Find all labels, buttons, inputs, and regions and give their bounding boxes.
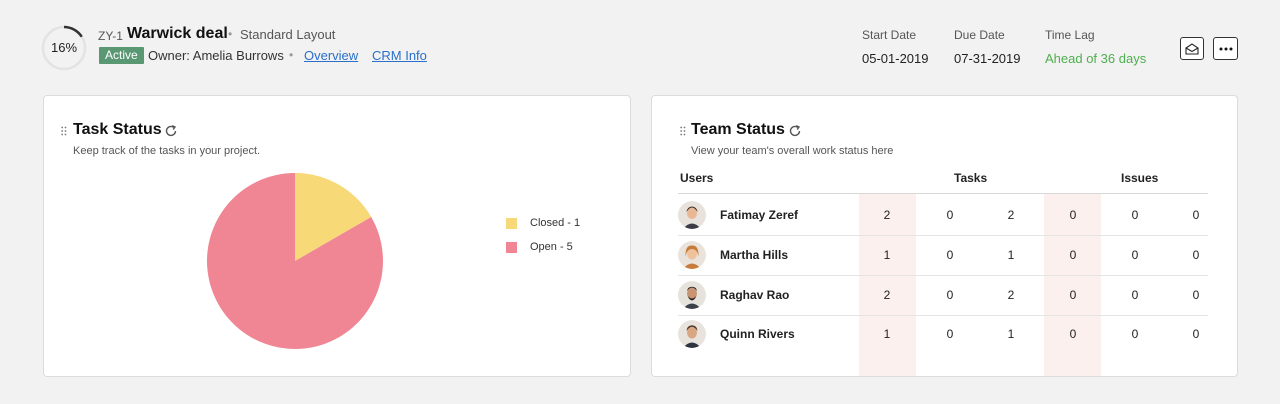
user-avatar: [678, 241, 706, 269]
issues-cell: 0: [1192, 248, 1200, 262]
more-options-button[interactable]: [1213, 37, 1238, 60]
legend-swatch-open: [506, 241, 517, 253]
users-column-header: Users: [680, 171, 714, 185]
mail-button[interactable]: [1180, 37, 1204, 60]
issues-cell: 0: [1192, 327, 1200, 341]
tasks-cell: 0: [946, 248, 954, 262]
crm-info-link[interactable]: CRM Info: [372, 48, 427, 63]
project-name: Warwick deal: [127, 25, 228, 42]
row-divider: [678, 275, 1208, 276]
user-name: Martha Hills: [720, 248, 789, 262]
user-name: Raghav Rao: [720, 288, 790, 302]
start-date: Start Date 05-01-2019: [862, 28, 929, 66]
tasks-cell: 2: [883, 288, 891, 302]
project-id: ZY-1: [98, 29, 123, 43]
issues-cell: 0: [1069, 208, 1077, 222]
issues-cell: 0: [1131, 248, 1139, 262]
user-name: Quinn Rivers: [720, 327, 795, 341]
time-lag-label: Time Lag: [1045, 28, 1095, 42]
drag-handle-icon[interactable]: [61, 126, 67, 136]
separator-dot: •: [228, 27, 233, 41]
tasks-cell: 1: [1007, 248, 1015, 262]
issues-cell: 0: [1069, 288, 1077, 302]
tasks-cell: 0: [946, 208, 954, 222]
refresh-icon[interactable]: [164, 124, 178, 138]
team-status-subtitle: View your team's overall work status her…: [691, 145, 894, 157]
start-date-label: Start Date: [862, 28, 917, 42]
start-date-value: 05-01-2019: [862, 51, 929, 66]
table-header-divider: [678, 193, 1208, 194]
progress-percent: 16%: [50, 40, 78, 55]
issues-cell: 0: [1131, 288, 1139, 302]
mail-icon: [1185, 42, 1199, 55]
issues-column-header: Issues: [1121, 171, 1159, 185]
user-avatar: [678, 281, 706, 309]
due-date-label: Due Date: [954, 28, 1005, 42]
time-lag: Time Lag Ahead of 36 days: [1045, 28, 1146, 66]
overview-link[interactable]: Overview: [304, 48, 358, 63]
project-header: 16% ZY-1 Warwick deal • Standard Layout …: [0, 0, 1280, 90]
layout-label: Standard Layout: [240, 27, 336, 42]
legend-open: Open - 5: [506, 241, 573, 253]
legend-swatch-closed: [506, 217, 517, 229]
legend-label-open: Open - 5: [530, 241, 573, 253]
issues-cell: 0: [1131, 327, 1139, 341]
user-name: Fatimay Zeref: [720, 208, 799, 222]
tasks-cell: 1: [883, 248, 891, 262]
tasks-cell: 0: [946, 288, 954, 302]
task-status-subtitle: Keep track of the tasks in your project.: [73, 145, 261, 157]
progress-ring: 16%: [41, 25, 87, 71]
legend-closed: Closed - 1: [506, 217, 580, 229]
more-icon: [1219, 47, 1232, 50]
tasks-cell: 1: [883, 327, 891, 341]
user-avatar: [678, 320, 706, 348]
drag-handle-icon[interactable]: [680, 126, 686, 136]
time-lag-value: Ahead of 36 days: [1045, 51, 1147, 66]
user-avatar: [678, 201, 706, 229]
separator-dot: •: [289, 48, 294, 62]
task-pie-chart: [206, 173, 383, 349]
legend-label-closed: Closed - 1: [530, 217, 581, 229]
due-date: Due Date 07-31-2019: [954, 28, 1021, 66]
due-date-value: 07-31-2019: [954, 51, 1021, 66]
tasks-cell: 1: [1007, 327, 1015, 341]
tasks-column-header: Tasks: [954, 171, 988, 185]
issues-cell: 0: [1192, 288, 1200, 302]
issues-cell: 0: [1131, 208, 1139, 222]
row-divider: [678, 315, 1208, 316]
tasks-cell: 2: [1007, 288, 1015, 302]
issues-cell: 0: [1069, 327, 1077, 341]
owner-label: Owner: Amelia Burrows: [148, 48, 284, 63]
tasks-cell: 2: [883, 208, 891, 222]
refresh-icon[interactable]: [788, 124, 802, 138]
tasks-cell: 2: [1007, 208, 1015, 222]
team-status-title: Team Status: [691, 121, 785, 138]
task-status-title: Task Status: [73, 121, 162, 138]
row-divider: [678, 235, 1208, 236]
issues-cell: 0: [1069, 248, 1077, 262]
tasks-cell: 0: [946, 327, 954, 341]
issues-cell: 0: [1192, 208, 1200, 222]
status-badge: Active: [99, 47, 144, 64]
